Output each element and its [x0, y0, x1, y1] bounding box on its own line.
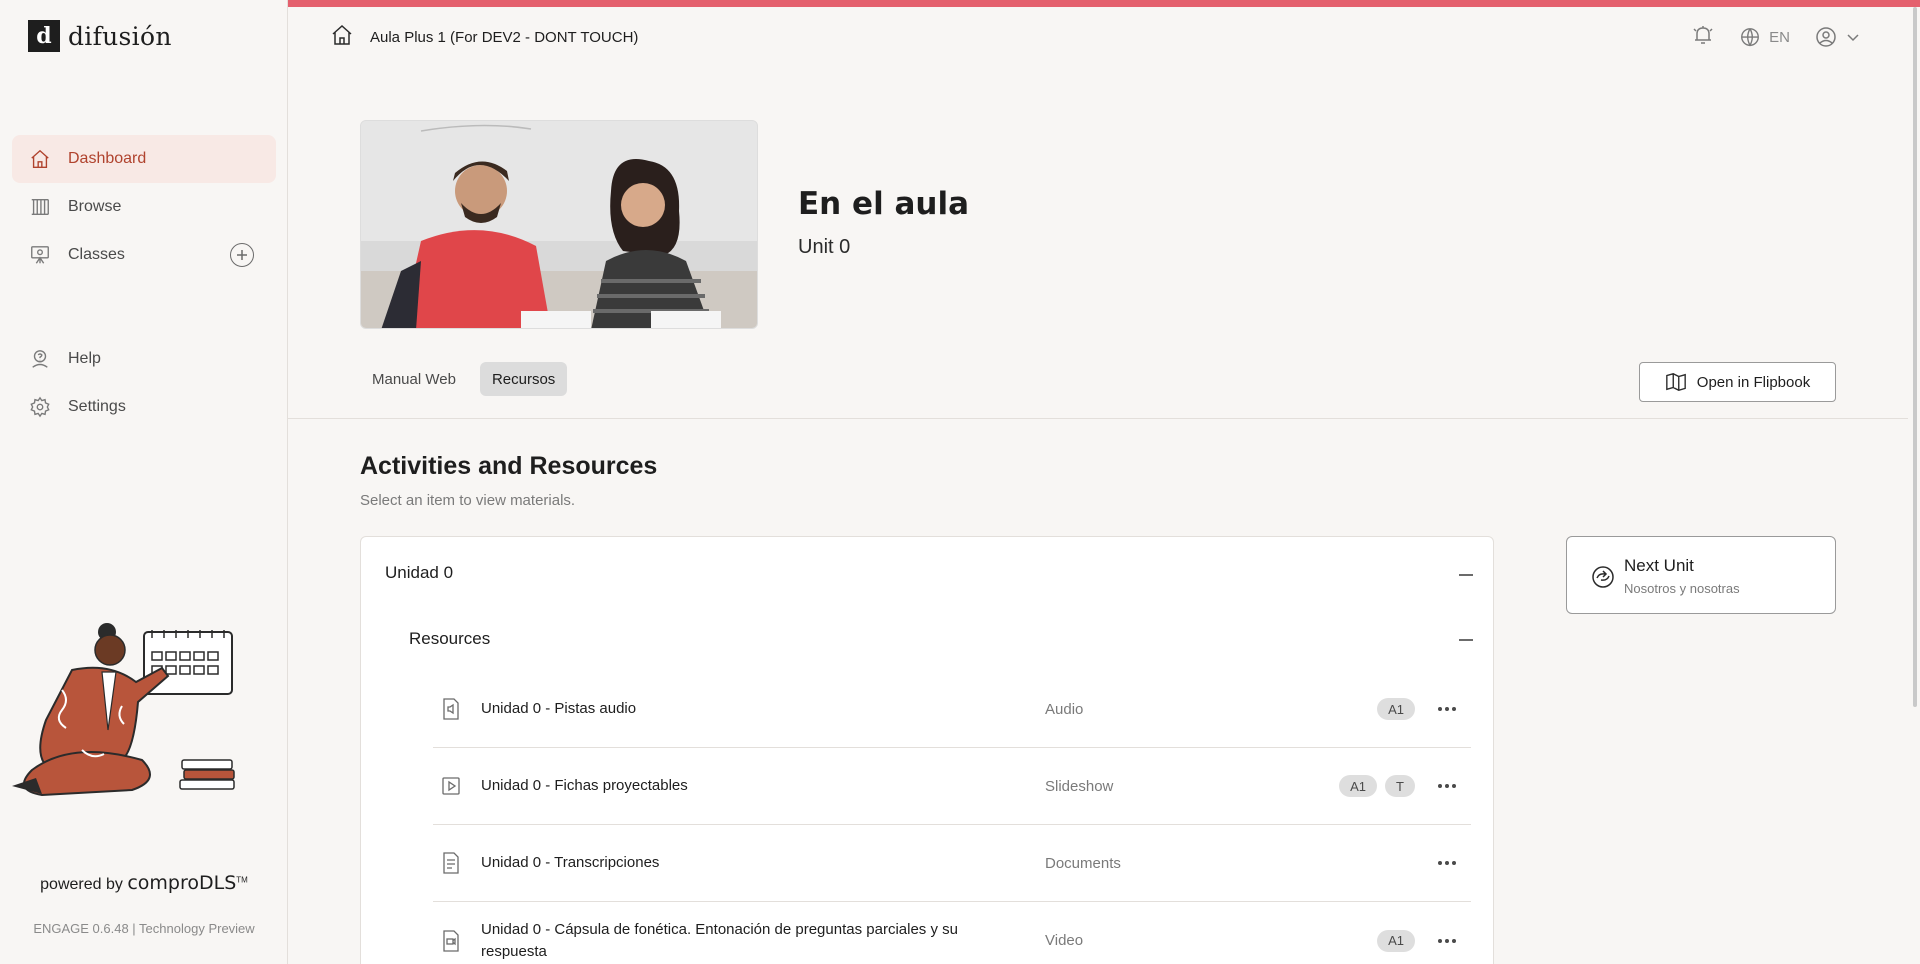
teacher-illustration	[12, 610, 248, 810]
sidebar-item-classes[interactable]: Classes	[12, 231, 276, 279]
chevron-down-icon	[1847, 34, 1859, 42]
top-bar: Aula Plus 1 (For DEV2 - DONT TOUCH) EN	[288, 7, 1920, 65]
brand-logo[interactable]: d difusión	[28, 20, 172, 52]
home-icon	[28, 147, 52, 171]
level-badge: T	[1385, 775, 1415, 797]
collapse-resources-icon[interactable]	[1459, 639, 1473, 641]
more-options-icon[interactable]	[1437, 853, 1457, 873]
sidebar-item-dashboard[interactable]: Dashboard	[12, 135, 276, 183]
tab-recursos[interactable]: Recursos	[479, 362, 568, 396]
activities-section-subtitle: Select an item to view materials.	[360, 492, 576, 509]
page-scrollbar[interactable]	[1912, 7, 1920, 707]
sidebar-item-label: Help	[68, 350, 101, 367]
resource-title: Unidad 0 - Transcripciones	[481, 854, 660, 871]
resource-row[interactable]: Unidad 0 - Cápsula de fonética. Entonaci…	[433, 902, 1471, 964]
resource-type: Video	[1045, 932, 1084, 949]
level-badge: A1	[1377, 698, 1415, 720]
resources-accordion-header[interactable]: Resources	[409, 629, 490, 649]
language-code: EN	[1769, 28, 1790, 46]
resource-title: Unidad 0 - Fichas proyectables	[481, 777, 688, 794]
resource-type: Slideshow	[1045, 777, 1114, 795]
top-accent-stripe	[288, 0, 1920, 7]
unit-subtitle: Unit 0	[798, 236, 851, 258]
home-icon[interactable]	[330, 23, 354, 51]
notification-bell-icon[interactable]	[1691, 23, 1715, 51]
content-tabs: Manual Web Recursos	[360, 362, 568, 396]
classroom-icon	[28, 243, 52, 267]
breadcrumb-course-title[interactable]: Aula Plus 1 (For DEV2 - DONT TOUCH)	[370, 29, 638, 46]
secondary-nav: Help Settings	[12, 335, 276, 431]
sidebar-item-settings[interactable]: Settings	[12, 383, 276, 431]
globe-icon	[1741, 28, 1760, 47]
video-file-icon	[441, 929, 461, 952]
resource-row[interactable]: Unidad 0 - Transcripciones Documents	[433, 825, 1471, 902]
resource-row[interactable]: Unidad 0 - Fichas proyectables Slideshow…	[433, 748, 1471, 825]
unit-title: En el aula	[798, 186, 970, 222]
collapse-unit-icon[interactable]	[1459, 574, 1473, 576]
sidebar-item-label: Dashboard	[68, 150, 147, 167]
sidebar-item-label: Browse	[68, 198, 122, 215]
trademark-symbol: TM	[236, 875, 248, 885]
top-actions: EN	[1691, 23, 1860, 51]
more-options-icon[interactable]	[1437, 776, 1457, 796]
level-badge: A1	[1377, 929, 1415, 952]
library-icon	[28, 195, 52, 219]
level-badges: A1 T	[1339, 775, 1415, 797]
open-book-icon	[1665, 373, 1686, 391]
unit-card: Unidad 0 Resources Unidad 0 - Pistas aud…	[360, 536, 1494, 964]
scrollbar-thumb[interactable]	[1913, 7, 1917, 707]
powered-by: powered by comproDLSTM	[0, 872, 288, 894]
open-flipbook-button[interactable]: Open in Flipbook	[1639, 362, 1836, 402]
user-avatar-icon	[1816, 27, 1836, 47]
slideshow-icon	[441, 775, 461, 797]
more-options-icon[interactable]	[1437, 931, 1457, 951]
next-arrow-icon	[1591, 565, 1615, 594]
version-label: ENGAGE 0.6.48 | Technology Preview	[33, 921, 255, 936]
unit-cover-image	[360, 120, 758, 329]
more-options-icon[interactable]	[1437, 699, 1457, 719]
document-icon	[441, 852, 461, 874]
resource-type: Documents	[1045, 854, 1121, 872]
sidebar-item-browse[interactable]: Browse	[12, 183, 276, 231]
activities-section-title: Activities and Resources	[360, 452, 658, 480]
plus-icon	[237, 250, 247, 260]
section-divider	[288, 418, 1908, 419]
gear-icon	[28, 395, 52, 419]
open-flipbook-label: Open in Flipbook	[1696, 373, 1811, 391]
level-badge: A1	[1339, 775, 1378, 797]
sidebar-item-help[interactable]: Help	[12, 335, 276, 383]
level-badges: A1	[1377, 929, 1415, 952]
powered-by-label: powered by	[40, 876, 123, 893]
powered-by-brand: comproDLS	[127, 872, 237, 894]
brand-name: difusión	[68, 21, 172, 51]
user-menu[interactable]	[1814, 25, 1860, 49]
language-selector[interactable]: EN	[1739, 26, 1790, 48]
resource-title: Unidad 0 - Cápsula de fonética. Entonaci…	[481, 920, 958, 960]
next-unit-label: Next Unit	[1624, 556, 1694, 575]
resource-type: Audio	[1045, 700, 1084, 718]
sidebar-item-label: Settings	[68, 398, 126, 415]
resource-title: Unidad 0 - Pistas audio	[481, 700, 637, 717]
sidebar-item-label: Classes	[68, 246, 125, 263]
unit-accordion-header[interactable]: Unidad 0	[385, 563, 453, 583]
sidebar: d difusión Dashboard Browse Classes Help…	[0, 0, 288, 964]
logo-mark: d	[28, 20, 60, 52]
next-unit-subtitle: Nosotros y nosotras	[1624, 581, 1740, 596]
next-unit-button[interactable]: Next Unit Nosotros y nosotras	[1566, 536, 1836, 614]
breadcrumb: Aula Plus 1 (For DEV2 - DONT TOUCH)	[330, 23, 638, 51]
resource-row[interactable]: Unidad 0 - Pistas audio Audio A1	[433, 671, 1471, 748]
level-badges: A1	[1377, 698, 1415, 720]
resource-list: Unidad 0 - Pistas audio Audio A1 Unidad …	[433, 671, 1471, 964]
add-class-button[interactable]	[230, 243, 254, 267]
primary-nav: Dashboard Browse Classes	[12, 135, 276, 279]
help-icon	[28, 347, 52, 371]
tab-manual-web[interactable]: Manual Web	[360, 362, 468, 396]
audio-file-icon	[441, 698, 461, 720]
